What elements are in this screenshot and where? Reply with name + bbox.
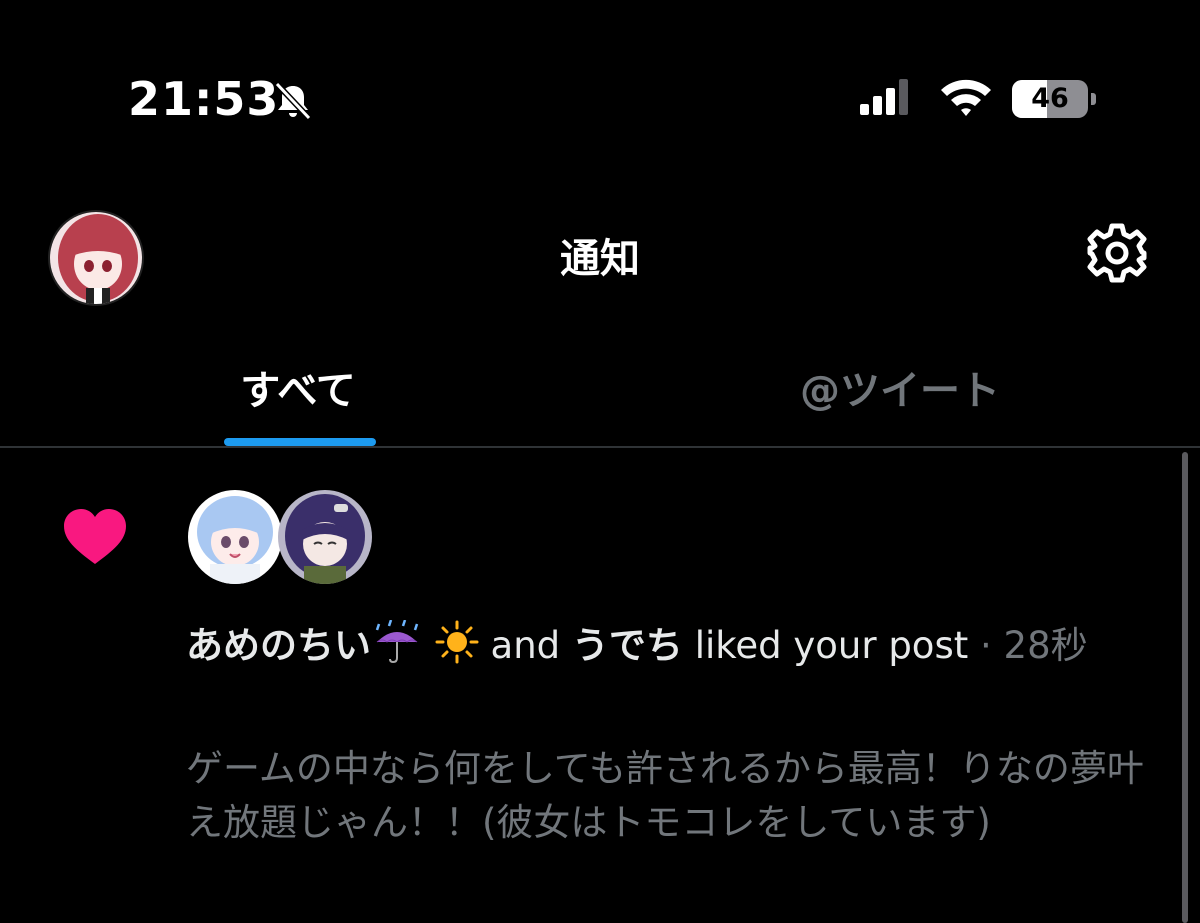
umbrella-rain-icon <box>375 620 419 664</box>
separator-dot: · <box>980 624 992 667</box>
tab-mentions[interactable]: @ツイート <box>600 358 1200 416</box>
gear-icon[interactable] <box>1084 220 1150 286</box>
heart-icon <box>64 509 126 564</box>
battery-percent: 46 <box>1031 83 1069 114</box>
status-bar: 21:53 46 <box>0 0 1200 190</box>
liker-name-2[interactable]: うでち <box>572 624 683 667</box>
notification-summary: あめのちい and うでち liked your post · 28秒 <box>186 620 1156 668</box>
tab-bar: すべて @ツイート <box>0 340 1200 448</box>
wifi-icon <box>941 79 991 116</box>
avatar-udechi[interactable] <box>278 490 372 584</box>
active-tab-indicator <box>224 438 376 446</box>
sun-icon <box>435 620 479 664</box>
page-title: 通知 <box>560 236 640 282</box>
scrollbar[interactable] <box>1182 452 1188 923</box>
header: 通知 <box>0 190 1200 320</box>
status-time: 21:53 <box>128 72 280 126</box>
liker-name-1[interactable]: あめのちい <box>186 624 371 667</box>
notification-item[interactable]: あめのちい and うでち liked your post · 28秒 ゲームの… <box>0 450 1200 923</box>
cellular-signal-icon <box>860 79 908 115</box>
battery-indicator: 46 <box>1012 80 1096 118</box>
liked-post-text[interactable]: ゲームの中なら何をしても許されるから最高！りなの夢叶え放題じゃん！！(彼女はトモ… <box>186 742 1166 850</box>
bell-slash-icon <box>274 81 312 121</box>
battery-body: 46 <box>1012 80 1088 118</box>
joiner-text: and <box>490 624 561 667</box>
avatar-amenochii[interactable] <box>188 490 282 584</box>
tab-all[interactable]: すべて <box>0 358 596 416</box>
action-text: liked your post <box>694 624 969 667</box>
battery-cap <box>1091 93 1096 105</box>
notification-time: 28秒 <box>1003 624 1088 667</box>
